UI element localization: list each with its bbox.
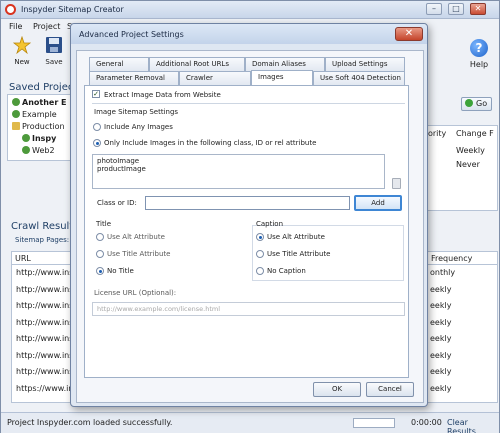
table-cell: onthly [430,268,456,277]
col-priority-header: ority [428,129,447,138]
go-button[interactable]: Go [461,97,492,111]
tab-additional-root-urls[interactable]: Additional Root URLs [149,57,245,71]
globe-icon [22,134,30,142]
save-disk-icon [45,36,63,54]
table-row[interactable]: http://www.insp [12,315,72,332]
clear-results-link[interactable]: Clear Results [447,418,499,433]
tab-domain-aliases[interactable]: Domain Aliases [245,57,325,71]
close-icon[interactable]: ✕ [470,3,486,15]
dialog-titlebar: Advanced Project Settings ✕ [71,24,427,44]
crawl-results-table[interactable]: URL http://www.insp http://www.insp http… [11,251,73,403]
main-titlebar: Inspyder Sitemap Creator – □ ✕ [1,1,499,19]
tree-item[interactable]: Production [12,122,65,131]
menu-file[interactable]: File [9,22,22,31]
globe-icon [12,98,20,106]
tree-item[interactable]: Inspy [22,134,56,143]
table-cell: eekly [430,301,452,310]
app-logo-icon [5,4,16,15]
dialog-close-button[interactable]: ✕ [395,27,423,41]
table-cell: eekly [430,350,452,360]
project-table: ority Change F Weekly Never [427,125,498,211]
app-title: Inspyder Sitemap Creator [21,5,124,14]
tab-soft-404-detection[interactable]: Use Soft 404 Detection [313,71,405,85]
help-button[interactable]: ? Help [467,39,491,69]
table-cell: Never [456,160,480,169]
table-cell: eekly [430,383,452,393]
table-row[interactable]: http://www.insp [12,298,72,315]
globe-icon [22,146,30,154]
tab-crawler[interactable]: Crawler [179,71,251,85]
frequency-column[interactable]: Frequency onthly eekly eekly eekly eekly… [427,251,498,403]
col-change-header: Change F [456,129,494,138]
globe-icon [12,110,20,118]
sitemap-pages-tab[interactable]: Sitemap Pages: 4 [15,236,76,244]
dialog-title: Advanced Project Settings [79,30,184,39]
save-label: Save [45,58,63,66]
table-row[interactable]: http://www.insp [12,331,72,348]
tree-item[interactable]: Example [12,110,57,119]
table-cell: Weekly [456,146,485,155]
status-message: Project Inspyder.com loaded successfully… [7,418,173,427]
table-row[interactable]: http://www.insp [12,265,72,282]
table-row[interactable]: http://www.insp [12,282,72,299]
menu-project[interactable]: Project [33,22,60,31]
table-row[interactable]: https://www.ins [12,381,72,398]
save-button[interactable]: Save [41,36,67,66]
table-cell: eekly [430,284,452,294]
tree-item[interactable]: Another E [12,98,67,107]
new-button[interactable]: New [9,35,35,66]
help-label: Help [469,60,489,69]
table-cell: eekly [430,367,452,376]
url-column-header[interactable]: URL [12,252,72,265]
new-label: New [14,58,30,66]
project-tree[interactable]: Another E Example Production Inspy Web2 [7,94,73,161]
tab-images[interactable]: Images [251,70,313,85]
images-tab-panel [84,85,409,378]
tab-general[interactable]: General [89,57,149,71]
progress-bar [353,418,395,428]
folder-icon [12,122,20,130]
minimize-icon[interactable]: – [426,3,442,15]
status-bar: Project Inspyder.com loaded successfully… [1,412,499,433]
help-question-icon: ? [470,39,488,57]
tab-upload-settings[interactable]: Upload Settings [325,57,405,71]
table-cell: eekly [430,334,452,343]
tree-item[interactable]: Web2 [22,146,55,155]
elapsed-time: 0:00:00 [411,418,442,427]
crawl-results-heading: Crawl Results [11,221,79,232]
table-row[interactable]: http://www.insp [12,348,72,365]
maximize-icon[interactable]: □ [448,3,464,15]
tab-parameter-removal[interactable]: Parameter Removal [89,71,179,85]
frequency-column-header[interactable]: Frequency [428,252,497,265]
go-icon [465,99,473,107]
new-star-icon [12,35,32,55]
table-cell: eekly [430,317,452,327]
table-row[interactable]: http://www.insp [12,364,72,381]
